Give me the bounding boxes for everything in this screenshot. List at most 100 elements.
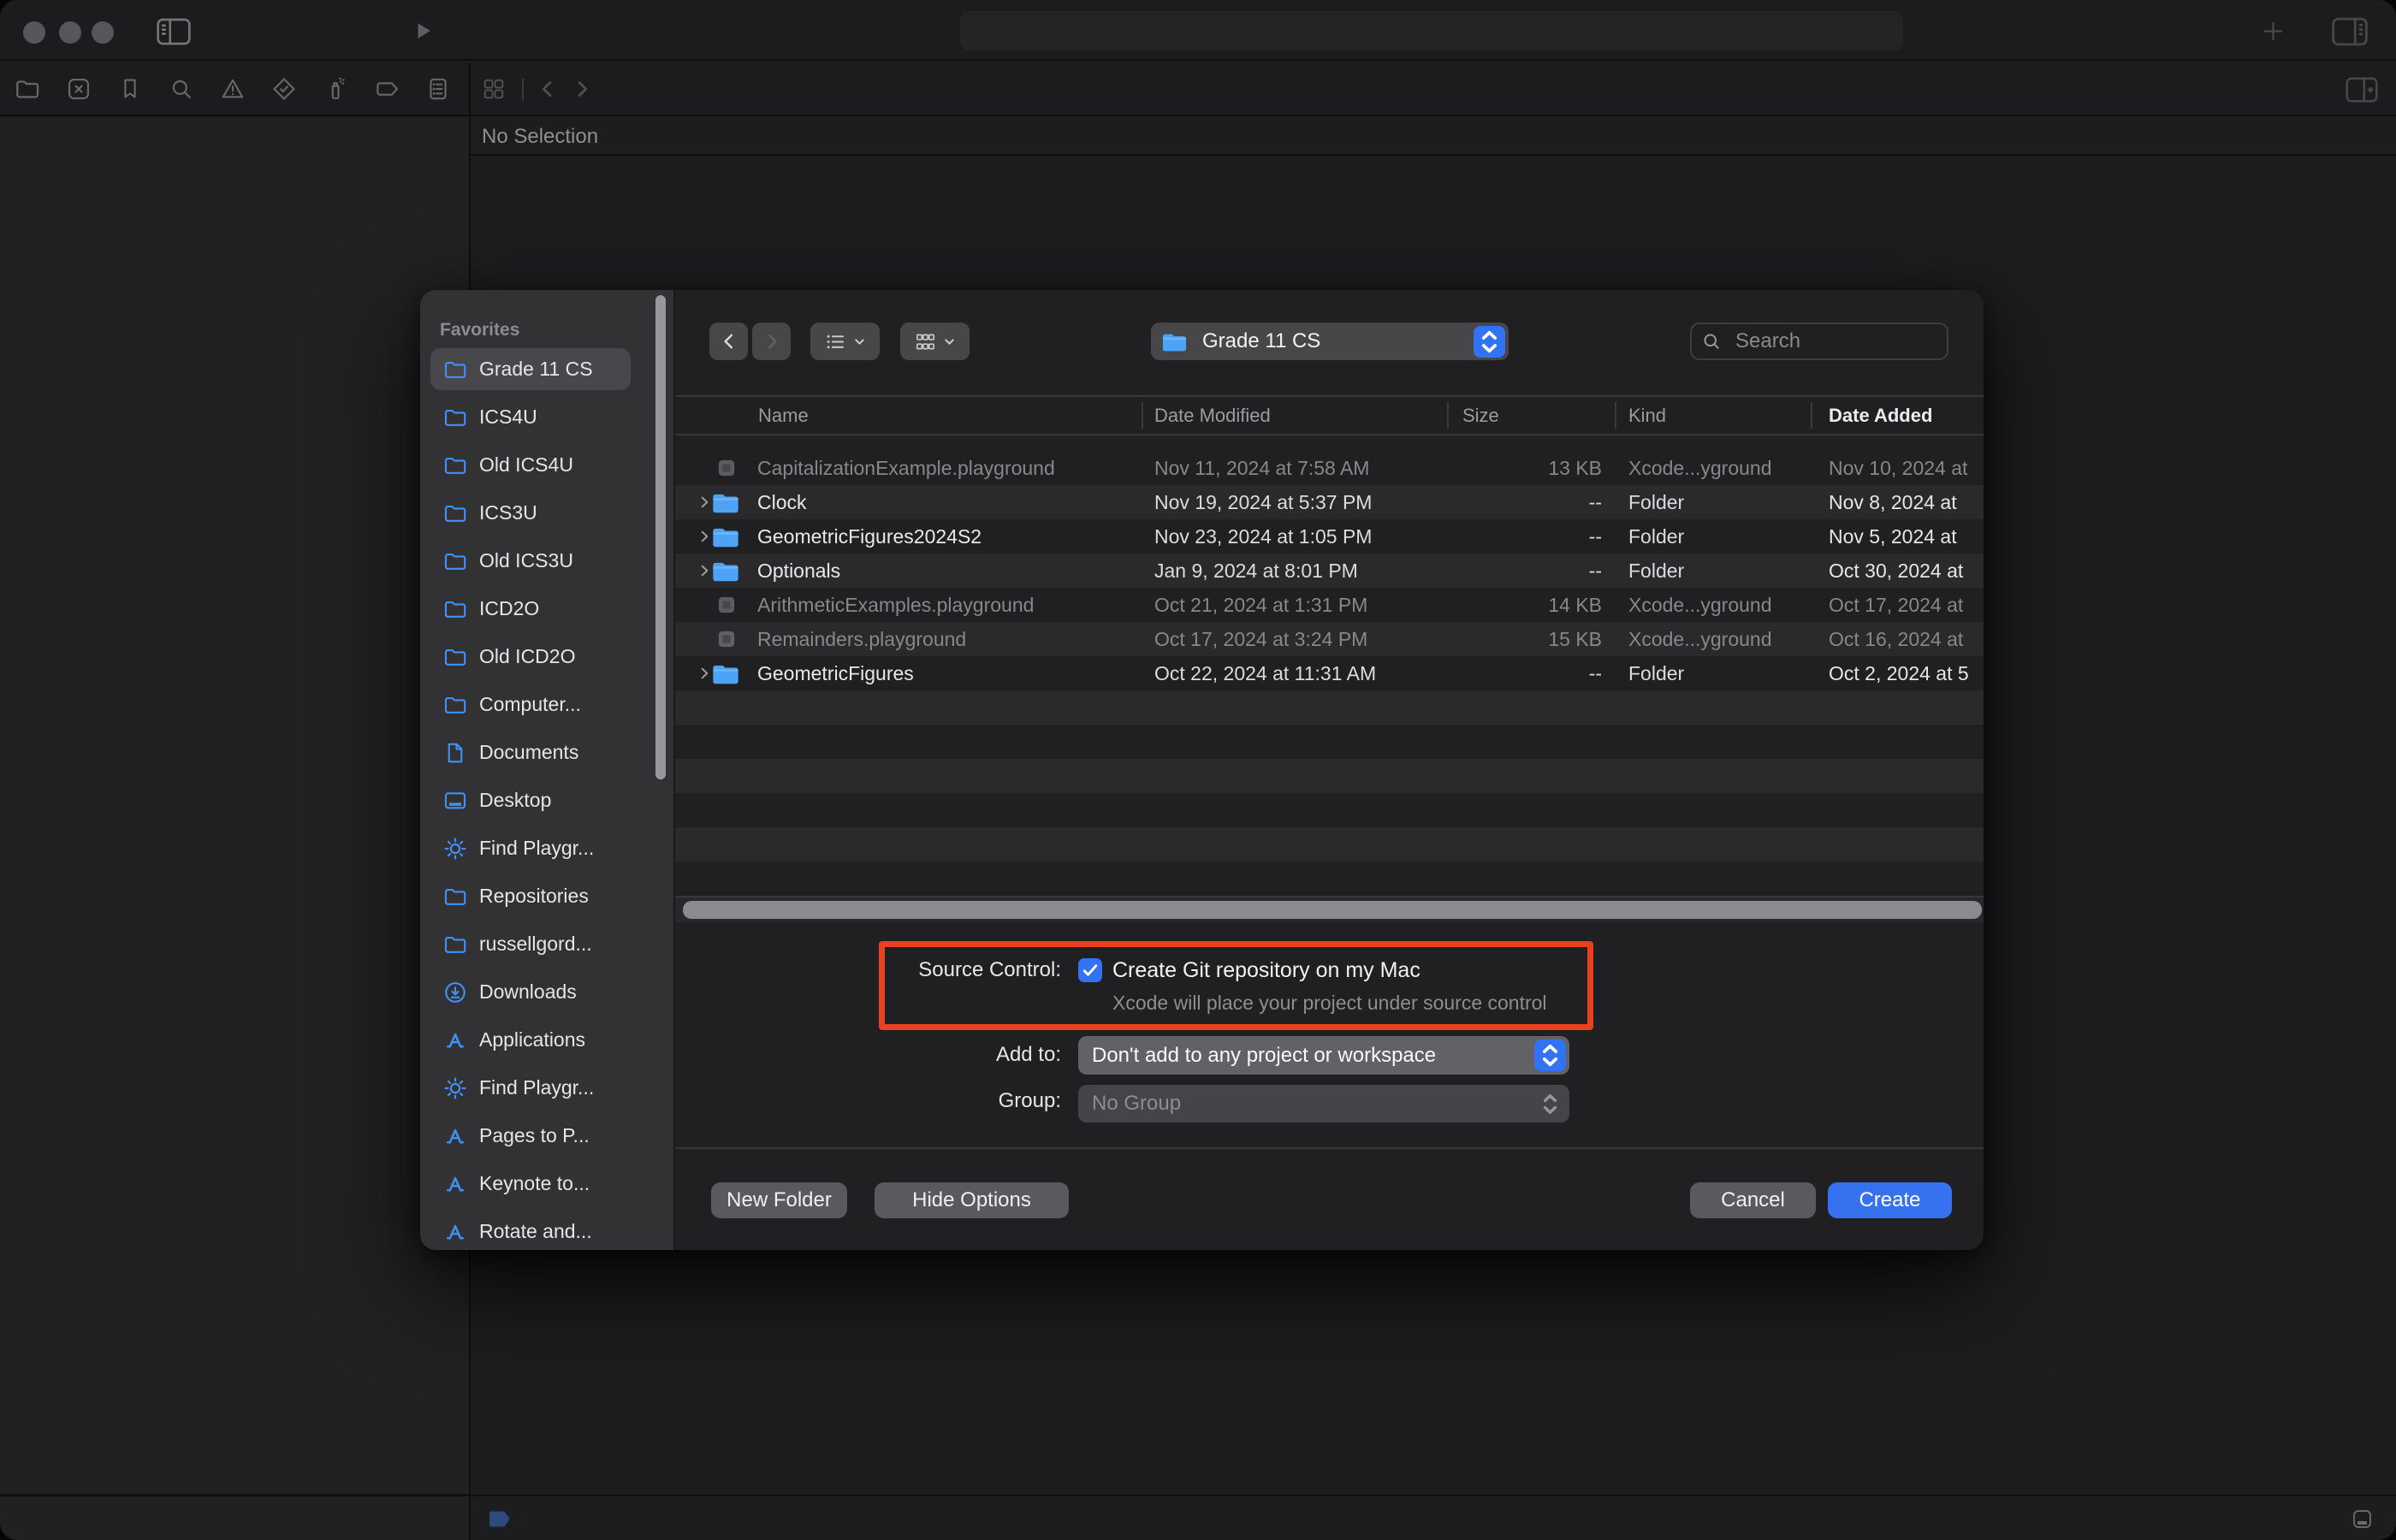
file-row[interactable]: ArithmeticExamples.playgroundOct 21, 202… (675, 588, 1984, 622)
folder-icon (442, 884, 468, 909)
chevron-down-icon (942, 335, 957, 349)
sidebar-toggle-icon[interactable] (154, 16, 193, 47)
file-name: ArithmeticExamples.playground (757, 588, 1034, 622)
checkmark-diamond-icon[interactable] (270, 75, 298, 103)
file-row[interactable]: OptionalsJan 9, 2024 at 8:01 PM--FolderO… (675, 554, 1984, 588)
column-header-name[interactable]: Name (758, 397, 809, 434)
group-view-dropdown[interactable] (900, 323, 970, 360)
size-cell: -- (1447, 485, 1602, 519)
traffic-light-close[interactable] (23, 21, 45, 44)
location-popup-value: Grade 11 CS (1202, 329, 1468, 353)
sidebar-item-icd2o[interactable]: ICD2O (430, 588, 631, 630)
warning-triangle-icon[interactable] (219, 75, 246, 103)
list-view-dropdown[interactable] (810, 323, 880, 360)
empty-row (675, 690, 1984, 725)
chevron-right-icon (761, 330, 783, 352)
sidebar-item-label: Keynote to... (479, 1172, 590, 1195)
sidebar-item-repositories[interactable]: Repositories (430, 875, 631, 917)
hide-options-button[interactable]: Hide Options (875, 1182, 1069, 1218)
forward-button[interactable] (752, 323, 791, 360)
sidebar-item-keynote-to[interactable]: Keynote to... (430, 1163, 631, 1205)
disclosure-chevron-icon[interactable] (696, 528, 713, 545)
playground-file-icon (715, 456, 738, 480)
sidebar-item-russellgord[interactable]: russellgord... (430, 923, 631, 965)
create-button[interactable]: Create (1828, 1182, 1952, 1218)
blue-tag-icon[interactable] (488, 1510, 513, 1528)
kind-cell: Xcode...yground (1628, 588, 1772, 622)
sidebar-item-label: Documents (479, 741, 578, 764)
folder-icon (711, 491, 740, 514)
date-added-cell: Nov 5, 2024 at (1829, 519, 1984, 554)
horizontal-scrollbar-thumb[interactable] (683, 901, 1982, 919)
tag-icon[interactable] (373, 75, 400, 103)
traffic-light-minimize[interactable] (59, 21, 81, 44)
group-dropdown: No Group (1078, 1085, 1569, 1122)
sidebar-item-documents[interactable]: Documents (430, 732, 631, 773)
jump-bar: No Selection (471, 118, 2396, 156)
editor-bottom-bar (471, 1495, 2396, 1540)
column-header-date-added[interactable]: Date Added (1829, 397, 1932, 434)
dialog-sidebar: Favorites Grade 11 CSICS4UOld ICS4UICS3U… (420, 290, 675, 1250)
sidebar-item-old-icd2o[interactable]: Old ICD2O (430, 636, 631, 678)
sidebar-item-old-ics4u[interactable]: Old ICS4U (430, 444, 631, 486)
size-cell: -- (1447, 656, 1602, 690)
add-to-dropdown[interactable]: Don't add to any project or workspace (1078, 1036, 1569, 1075)
sidebar-item-label: ICS4U (479, 406, 537, 429)
spray-fix-icon[interactable] (322, 75, 349, 103)
column-header-date-modified[interactable]: Date Modified (1154, 397, 1271, 434)
gear-icon (442, 836, 468, 862)
folder-icon (442, 453, 468, 478)
sidebar-item-grade-11-cs[interactable]: Grade 11 CS (430, 348, 631, 390)
sidebar-item-label: ICS3U (479, 501, 537, 524)
list-document-icon[interactable] (424, 75, 452, 103)
chevron-right-icon[interactable] (570, 77, 594, 101)
file-row[interactable]: CapitalizationExample.playgroundNov 11, … (675, 451, 1984, 485)
chevron-left-icon[interactable] (536, 77, 560, 101)
library-panel-icon[interactable] (2328, 15, 2372, 48)
sidebar-item-rotate-and[interactable]: Rotate and... (430, 1211, 631, 1250)
search-icon[interactable] (168, 75, 195, 103)
sidebar-item-label: Applications (479, 1028, 585, 1051)
new-folder-button[interactable]: New Folder (711, 1182, 847, 1218)
sidebar-item-computer[interactable]: Computer... (430, 684, 631, 726)
column-header-size[interactable]: Size (1462, 397, 1499, 434)
grid-squares-icon[interactable] (481, 76, 507, 102)
cancel-button[interactable]: Cancel (1690, 1182, 1816, 1218)
column-header-kind[interactable]: Kind (1628, 397, 1666, 434)
disclosure-chevron-icon[interactable] (696, 665, 713, 682)
playground-file-icon (715, 593, 738, 617)
sidebar-item-pages-to-p[interactable]: Pages to P... (430, 1115, 631, 1157)
xmark-square-icon[interactable] (65, 75, 92, 103)
date-added-cell: Oct 30, 2024 at (1829, 554, 1984, 588)
run-play-icon[interactable] (410, 18, 436, 44)
file-row[interactable]: GeometricFigures2024S2Nov 23, 2024 at 1:… (675, 519, 1984, 554)
disclosure-chevron-icon[interactable] (696, 494, 713, 511)
location-popup[interactable]: Grade 11 CS (1151, 323, 1509, 360)
sidebar-item-find-playgr[interactable]: Find Playgr... (430, 827, 631, 869)
sidebar-item-desktop[interactable]: Desktop (430, 779, 631, 821)
sidebar-item-applications[interactable]: Applications (430, 1019, 631, 1061)
file-row[interactable]: ClockNov 19, 2024 at 5:37 PM--FolderNov … (675, 485, 1984, 519)
bookmark-icon[interactable] (116, 75, 144, 103)
sidebar-item-find-playgr[interactable]: Find Playgr... (430, 1067, 631, 1109)
git-repository-checkbox-label[interactable]: Create Git repository on my Mac (1112, 958, 1420, 982)
disclosure-chevron-icon[interactable] (696, 562, 713, 579)
git-repository-checkbox[interactable] (1078, 958, 1102, 982)
file-name: Remainders.playground (757, 622, 966, 656)
hide-debug-area-icon[interactable] (2351, 1507, 2374, 1531)
split-editor-add-icon[interactable] (2341, 75, 2382, 104)
sidebar-item-ics4u[interactable]: ICS4U (430, 396, 631, 438)
file-row[interactable]: GeometricFiguresOct 22, 2024 at 11:31 AM… (675, 656, 1984, 690)
sidebar-item-ics3u[interactable]: ICS3U (430, 492, 631, 534)
kind-cell: Folder (1628, 656, 1684, 690)
back-button[interactable] (709, 323, 748, 360)
sidebar-scrollbar[interactable] (655, 295, 666, 779)
date-added-cell: Oct 16, 2024 at (1829, 622, 1984, 656)
traffic-light-zoom[interactable] (92, 21, 114, 44)
sidebar-item-old-ics3u[interactable]: Old ICS3U (430, 540, 631, 582)
folder-icon[interactable] (14, 75, 41, 103)
search-input[interactable]: Search (1690, 323, 1948, 360)
sidebar-item-downloads[interactable]: Downloads (430, 971, 631, 1013)
file-row[interactable]: Remainders.playgroundOct 17, 2024 at 3:2… (675, 622, 1984, 656)
add-plus-icon[interactable] (2260, 18, 2286, 44)
